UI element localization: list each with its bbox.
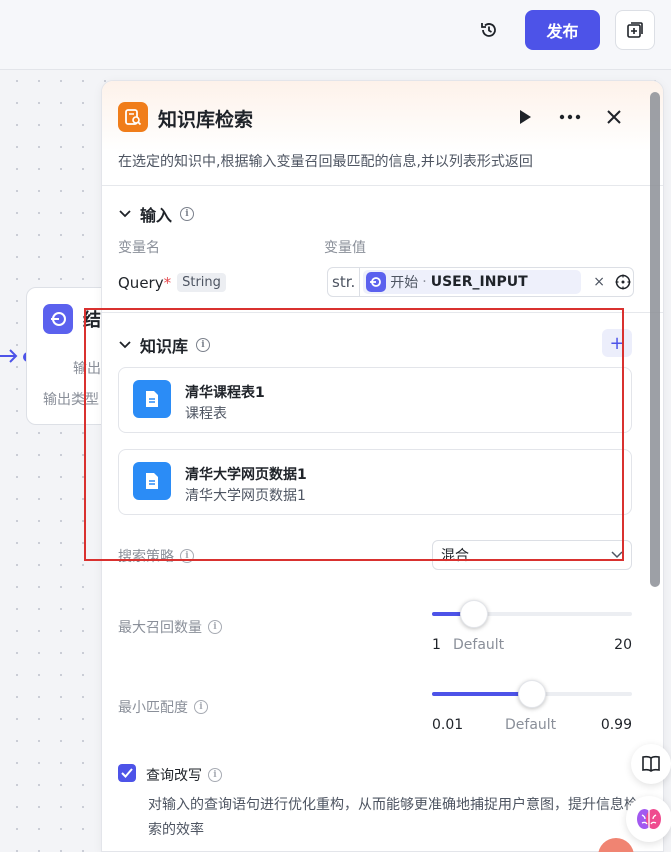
- document-icon: [133, 462, 171, 500]
- slider-default: Default: [505, 717, 557, 733]
- max-recall-label: 最大召回数量 i: [118, 617, 222, 637]
- play-icon: [520, 110, 531, 124]
- kb-section-title: 知识库: [140, 337, 189, 356]
- search-strategy-label: 搜索策略 i: [118, 546, 194, 566]
- end-node-icon: [43, 304, 73, 334]
- history-icon: [481, 23, 496, 37]
- chevron-down-icon: [118, 338, 132, 352]
- end-node-output-label: 输出: [73, 361, 101, 377]
- slider-min: 1: [432, 637, 441, 653]
- search-strategy-select[interactable]: 混合: [432, 540, 632, 570]
- kb-item-name: 清华课程表1: [185, 385, 265, 401]
- required-mark: *: [163, 273, 172, 292]
- close-button[interactable]: [603, 106, 625, 128]
- run-button[interactable]: [514, 106, 536, 128]
- add-copy-button[interactable]: [615, 10, 655, 50]
- max-recall-text: 最大召回数量: [118, 620, 202, 636]
- connector-arrow-icon: [0, 349, 18, 363]
- input-section-header[interactable]: 输入 i: [118, 202, 195, 226]
- variable-reference-chip[interactable]: 开始 · USER_INPUT: [363, 270, 582, 294]
- slider-fill: [432, 692, 532, 696]
- brain-icon: [637, 809, 661, 829]
- document-icon: [133, 380, 171, 418]
- info-icon[interactable]: i: [194, 700, 208, 714]
- variable-value-field[interactable]: str. 开始 · USER_INPUT ×: [327, 267, 634, 297]
- start-node-icon: [366, 272, 387, 292]
- book-icon: [642, 755, 660, 772]
- checkmark-icon: [121, 768, 133, 778]
- close-icon: [607, 110, 621, 124]
- add-knowledge-base-button[interactable]: +: [602, 329, 632, 357]
- query-rewrite-description: 对输入的查询语句进行优化重构，从而能够更准确地捕捉用户意图，提升信息检索的效率: [148, 797, 638, 838]
- column-label-variable-name: 变量名: [118, 240, 160, 256]
- param-type-tag: String: [177, 273, 226, 292]
- kb-item-desc: 课程表: [185, 406, 227, 422]
- query-rewrite-label: 查询改写 i: [146, 765, 222, 785]
- min-match-scale: 0.01 Default 0.99: [432, 717, 632, 737]
- max-recall-scale: 1 Default 20: [432, 637, 632, 657]
- min-match-slider[interactable]: [432, 679, 632, 709]
- ref-separator: ·: [422, 274, 427, 290]
- panel-scrollbar[interactable]: [650, 92, 660, 587]
- knowledge-retrieval-panel: 知识库检索 在选定的知识中,根据输入变量召回最匹配的信息,并以列表形式返回 输入…: [101, 80, 664, 852]
- search-strategy-value: 混合: [441, 548, 469, 564]
- value-type-prefix: str.: [328, 268, 361, 296]
- add-copy-icon: [627, 22, 643, 38]
- chevron-down-icon: [611, 551, 623, 559]
- info-icon[interactable]: i: [196, 338, 211, 352]
- ref-node-name: 开始: [390, 275, 419, 291]
- history-button[interactable]: [476, 17, 502, 43]
- slider-thumb[interactable]: [460, 600, 488, 628]
- kb-item-desc: 清华大学网页数据1: [185, 488, 306, 504]
- top-toolbar: 发布: [0, 0, 671, 70]
- plus-icon: +: [609, 332, 625, 354]
- query-rewrite-checkbox[interactable]: [118, 764, 136, 782]
- divider: [102, 312, 663, 313]
- knowledge-base-icon: [118, 102, 148, 132]
- input-section-title: 输入: [140, 206, 173, 225]
- clear-icon[interactable]: ×: [593, 274, 605, 290]
- more-icon: [559, 114, 581, 120]
- more-options-button[interactable]: [557, 106, 583, 128]
- param-name: Query: [118, 273, 164, 292]
- ref-variable-name: USER_INPUT: [430, 274, 528, 290]
- docs-button[interactable]: [631, 744, 671, 784]
- slider-min: 0.01: [432, 717, 464, 733]
- query-rewrite-text: 查询改写: [146, 768, 202, 784]
- slider-max: 0.99: [600, 717, 632, 733]
- min-match-label: 最小匹配度 i: [118, 697, 208, 717]
- search-strategy-text: 搜索策略: [118, 549, 174, 565]
- publish-button[interactable]: 发布: [525, 10, 600, 50]
- panel-title: 知识库检索: [158, 109, 254, 131]
- param-row-query: Query * String: [118, 273, 226, 292]
- info-icon[interactable]: i: [208, 768, 222, 782]
- column-label-variable-value: 变量值: [324, 240, 366, 256]
- kb-item-card[interactable]: 清华课程表1 课程表: [118, 367, 632, 433]
- ai-assistant-button[interactable]: [626, 796, 671, 842]
- info-icon[interactable]: i: [180, 207, 195, 221]
- max-recall-slider[interactable]: [432, 599, 632, 629]
- panel-description: 在选定的知识中,根据输入变量召回最匹配的信息,并以列表形式返回: [118, 154, 533, 170]
- chevron-down-icon: [118, 207, 132, 221]
- info-icon[interactable]: i: [180, 549, 194, 563]
- variable-picker-icon[interactable]: [614, 273, 632, 291]
- kb-item-name: 清华大学网页数据1: [185, 467, 307, 483]
- kb-item-card[interactable]: 清华大学网页数据1 清华大学网页数据1: [118, 449, 632, 515]
- min-match-text: 最小匹配度: [118, 700, 188, 716]
- end-node-title: 结: [83, 310, 101, 331]
- slider-max: 20: [614, 637, 632, 653]
- slider-default: Default: [453, 637, 505, 653]
- kb-section-header[interactable]: 知识库 i: [118, 333, 211, 357]
- divider: [102, 185, 663, 186]
- end-node-output-type-label: 输出类型: [43, 392, 99, 408]
- slider-thumb[interactable]: [518, 680, 546, 708]
- info-icon[interactable]: i: [208, 620, 222, 634]
